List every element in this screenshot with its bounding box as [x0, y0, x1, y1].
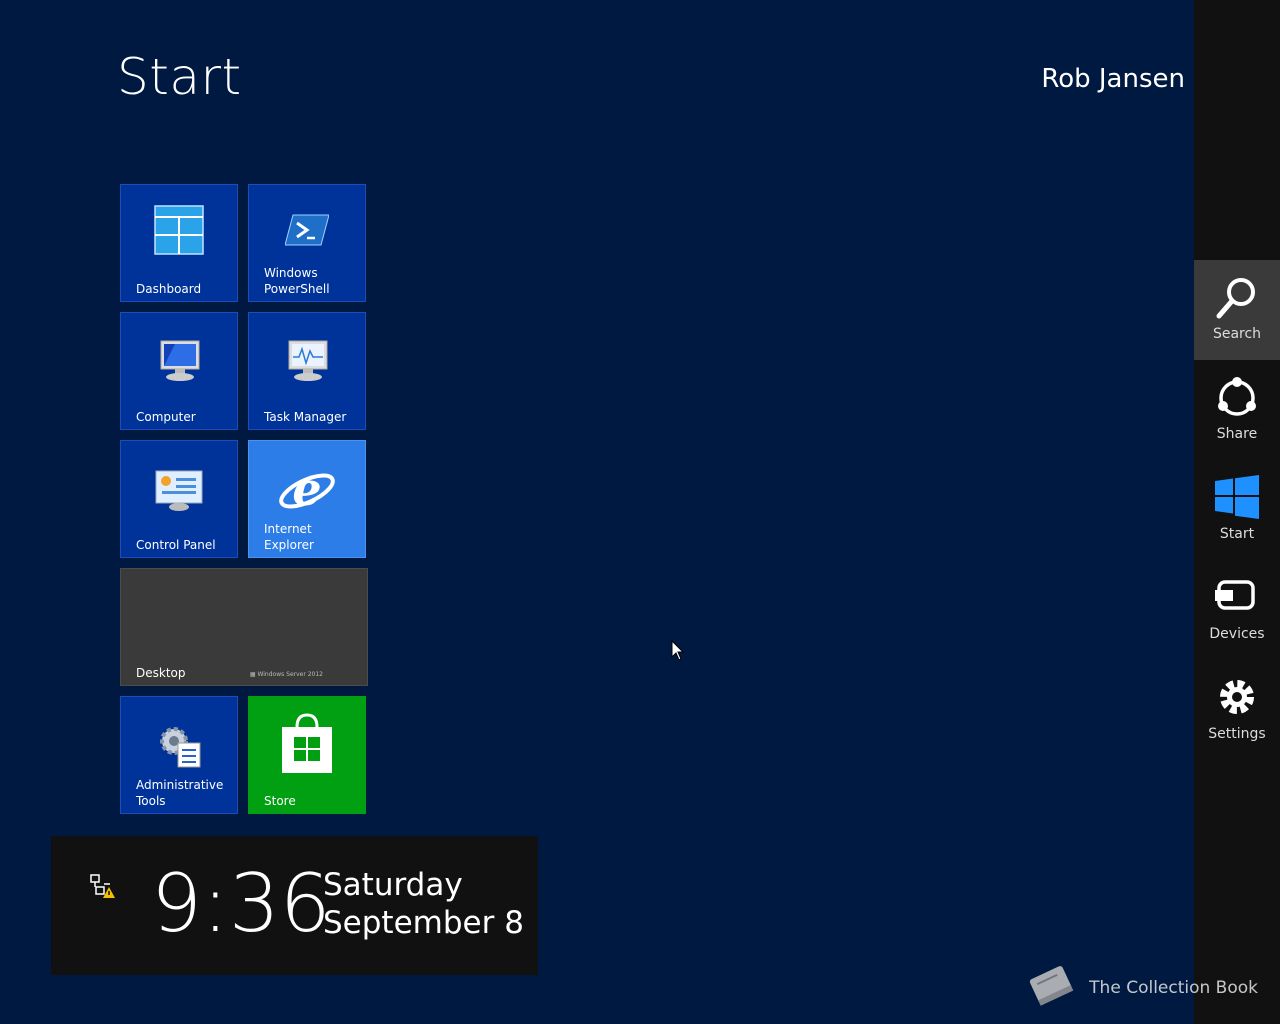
- tile-label: Task Manager: [264, 410, 347, 424]
- tile-desktop[interactable]: Desktop ▦ Windows Server 2012: [120, 568, 368, 686]
- tile-administrative-tools[interactable]: Administrative Tools: [120, 696, 238, 814]
- network-warning-icon: [90, 874, 116, 904]
- tile-label: Desktop: [136, 666, 186, 680]
- task-manager-icon: [249, 339, 365, 383]
- tile-windows-powershell[interactable]: Windows PowerShell: [248, 184, 366, 302]
- svg-text:e: e: [292, 462, 321, 516]
- tile-label: Administrative Tools: [136, 778, 224, 808]
- tile-store[interactable]: Store: [248, 696, 366, 814]
- tile-label: Store: [264, 794, 296, 808]
- tile-label: Internet Explorer: [264, 522, 314, 552]
- watermark-text: The Collection Book: [1089, 977, 1258, 998]
- charm-label: Search: [1212, 326, 1262, 342]
- desktop-brand-text: Windows Server 2012: [257, 671, 323, 678]
- share-icon: [1194, 374, 1280, 422]
- dashboard-icon: [121, 205, 237, 255]
- clock-time: 9:36: [151, 857, 331, 950]
- charm-share[interactable]: Share: [1194, 360, 1280, 460]
- charm-label: Settings: [1208, 726, 1266, 742]
- tile-label: Dashboard: [136, 282, 202, 296]
- lock-clock-panel: 9:36 Saturday September 8: [51, 836, 538, 975]
- tile-label: Computer: [136, 410, 196, 424]
- charms-bar: Search Share Start Devices Settings: [1194, 0, 1280, 1024]
- book-icon: [1027, 963, 1077, 1012]
- clock-date: September 8: [323, 905, 524, 941]
- charm-label: Share: [1216, 426, 1258, 442]
- start-title: Start: [117, 48, 242, 106]
- tile-label: Control Panel: [136, 538, 216, 552]
- control-panel-icon: [121, 469, 237, 513]
- search-icon: [1194, 274, 1280, 322]
- devices-icon: [1194, 574, 1280, 622]
- tile-dashboard[interactable]: Dashboard: [120, 184, 238, 302]
- administrative-tools-icon: [121, 721, 237, 769]
- windows-logo-icon: [1194, 474, 1280, 522]
- mouse-cursor-icon: [671, 639, 685, 666]
- tile-computer[interactable]: Computer: [120, 312, 238, 430]
- charm-label: Start: [1219, 526, 1255, 542]
- tile-internet-explorer[interactable]: e Internet Explorer: [248, 440, 366, 558]
- watermark: The Collection Book: [1027, 963, 1258, 1012]
- charm-start[interactable]: Start: [1194, 460, 1280, 560]
- internet-explorer-icon: e: [249, 461, 365, 521]
- powershell-icon: [249, 213, 365, 247]
- windows-server-brand: ▦ Windows Server 2012: [250, 671, 323, 678]
- clock-day: Saturday: [323, 867, 463, 903]
- tile-control-panel[interactable]: Control Panel: [120, 440, 238, 558]
- user-account-name[interactable]: Rob Jansen: [1041, 64, 1185, 94]
- computer-icon: [121, 339, 237, 383]
- gear-icon: [1194, 674, 1280, 722]
- charm-settings[interactable]: Settings: [1194, 660, 1280, 760]
- charm-devices[interactable]: Devices: [1194, 560, 1280, 660]
- tile-task-manager[interactable]: Task Manager: [248, 312, 366, 430]
- tile-label: Windows PowerShell: [264, 266, 330, 296]
- store-icon: [249, 711, 365, 777]
- charm-label: Devices: [1209, 626, 1265, 642]
- windows-logo-icon: ▦: [249, 671, 256, 678]
- charm-search[interactable]: Search: [1194, 260, 1280, 360]
